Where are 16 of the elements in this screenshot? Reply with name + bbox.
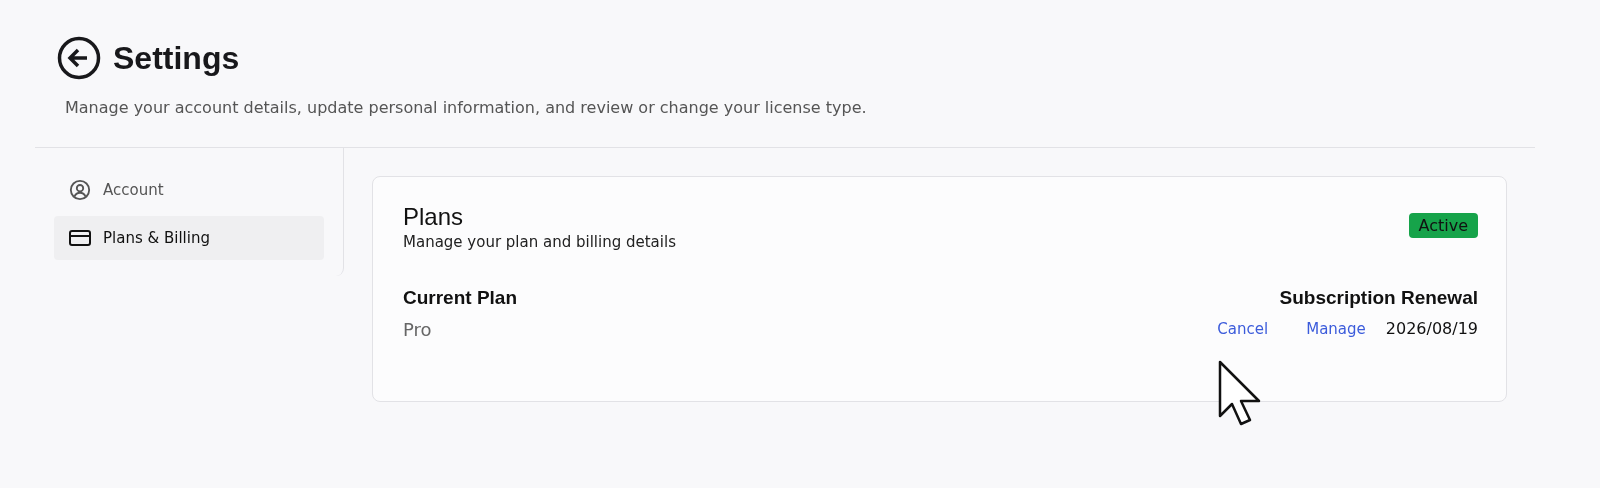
status-badge: Active <box>1408 213 1478 238</box>
page-title: Settings <box>113 39 240 77</box>
renewal-label: Subscription Renewal <box>1279 287 1478 309</box>
sidebar-item[interactable]: Account <box>54 168 324 212</box>
renewal-link[interactable]: Cancel <box>1217 319 1269 338</box>
user-icon <box>69 179 91 201</box>
current-plan-value: Pro <box>403 319 432 340</box>
page-description: Manage your account details, update personal information, and review or change your license type. <box>65 98 868 117</box>
card-subtitle: Manage your plan and billing details <box>403 233 676 251</box>
card-icon <box>69 230 91 246</box>
sidebar-item[interactable]: Plans & Billing <box>54 216 324 260</box>
back-icon[interactable] <box>57 36 101 80</box>
renewal-link[interactable]: Manage <box>1306 319 1366 338</box>
card-title: Plans <box>403 203 465 231</box>
current-plan-label: Current Plan <box>403 287 518 309</box>
renewal-date: 2026/08/19 <box>1385 319 1478 338</box>
